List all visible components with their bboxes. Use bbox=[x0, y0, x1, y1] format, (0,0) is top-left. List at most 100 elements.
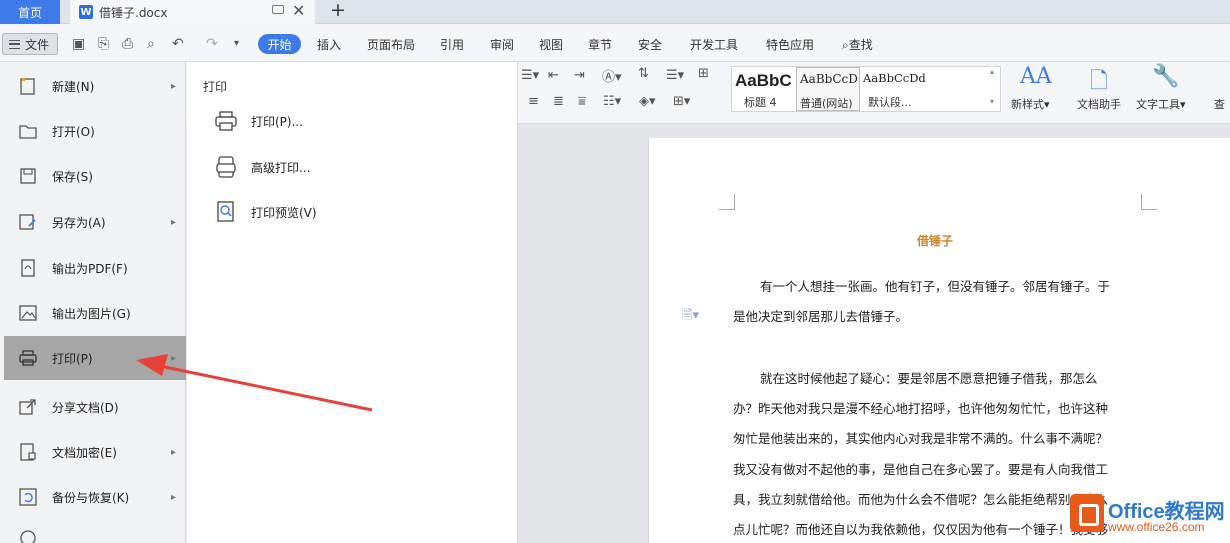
file-menu-button[interactable]: 文件 bbox=[2, 33, 58, 55]
save-icon bbox=[18, 166, 38, 186]
style-default-paragraph[interactable]: AaBbCcDd 默认段... bbox=[860, 67, 988, 111]
style-gallery: AaBbC 标题 4 AaBbCcD 普通(网站) AaBbCcDd 默认段..… bbox=[731, 66, 1001, 112]
document-text-line: 办？昨天他对我只是漫不经心地打招呼，也许他匆匆忙忙，也许这种 bbox=[733, 401, 1109, 416]
style-scroll-down-icon[interactable]: ▾ bbox=[990, 97, 994, 106]
menu-view[interactable]: 视图 bbox=[539, 36, 563, 53]
format-painter-icon[interactable]: ⎘ bbox=[98, 36, 109, 52]
redo-icon[interactable]: ↷ bbox=[206, 36, 218, 52]
align-right-icon[interactable]: ≡ bbox=[528, 94, 539, 109]
file-menu-label: 文件 bbox=[25, 37, 50, 52]
quick-print-icon[interactable]: ⎙ bbox=[122, 36, 133, 52]
share-icon bbox=[18, 397, 38, 417]
submenu-arrow-icon: ▸ bbox=[171, 216, 177, 228]
document-text-line: 就在这时候他起了疑心：要是邻居不愿意把锤子借我，那怎么 bbox=[760, 371, 1098, 386]
tab-bar: 首页 W 借锤子.docx ✕ + bbox=[0, 0, 1230, 24]
print-preview-icon bbox=[213, 199, 239, 225]
search-icon: ⌕ bbox=[842, 38, 849, 52]
menu-page-layout[interactable]: 页面布局 bbox=[367, 36, 415, 53]
print-submenu-print[interactable]: 打印(P)... bbox=[203, 104, 503, 138]
tab-close-icon[interactable]: ✕ bbox=[292, 1, 305, 20]
menu-search-label: 查找 bbox=[848, 38, 873, 52]
menu-insert[interactable]: 插入 bbox=[317, 36, 341, 53]
quick-save-icon[interactable]: ▣ bbox=[72, 36, 85, 52]
margin-corner-top-right bbox=[1141, 194, 1157, 210]
file-menu-save-as[interactable]: 另存为(A) ▸ bbox=[4, 200, 186, 244]
sort-icon[interactable]: ⇅ bbox=[638, 66, 649, 81]
table-border-icon[interactable]: ⊞ bbox=[698, 66, 709, 81]
decrease-indent-icon[interactable]: ⇤ bbox=[548, 68, 559, 83]
file-menu-save[interactable]: 保存(S) bbox=[4, 154, 186, 198]
print-submenu-preview[interactable]: 打印预览(V) bbox=[203, 195, 503, 229]
menu-developer[interactable]: 开发工具 bbox=[690, 36, 738, 53]
paragraph-spacing-icon[interactable]: ☷▾ bbox=[603, 94, 621, 109]
shading-icon[interactable]: ◈▾ bbox=[639, 94, 656, 109]
file-menu-label: 文档加密(E) bbox=[52, 445, 117, 460]
style-sample: AaBbCcDd bbox=[863, 71, 926, 85]
word-doc-icon: W bbox=[79, 5, 93, 19]
file-menu-export-image[interactable]: 输出为图片(G) bbox=[4, 291, 186, 335]
text-tool-label[interactable]: 文字工具▾ bbox=[1136, 96, 1186, 112]
menu-special-apps[interactable]: 特色应用 bbox=[766, 36, 814, 53]
wrench-icon[interactable]: 🔧 bbox=[1152, 64, 1179, 89]
menu-start-label: 开始 bbox=[267, 37, 292, 52]
menu-search[interactable]: ⌕查找 bbox=[842, 36, 873, 53]
tab-home[interactable]: 首页 bbox=[0, 0, 60, 24]
justify-icon[interactable]: ≣ bbox=[553, 94, 564, 109]
submenu-arrow-icon: ▸ bbox=[171, 491, 177, 503]
style-name: 默认段... bbox=[868, 96, 912, 109]
print-submenu-label: 高级打印... bbox=[251, 160, 311, 175]
customize-quick-access-icon[interactable]: ▾ bbox=[234, 38, 239, 49]
style-scroll-up-icon[interactable]: ▴ bbox=[990, 67, 994, 76]
menu-review[interactable]: 审阅 bbox=[490, 36, 514, 53]
char-format-icon[interactable]: Ⓐ▾ bbox=[602, 66, 622, 85]
search-replace-label-cut[interactable]: 查 bbox=[1214, 96, 1225, 112]
print-submenu-advanced[interactable]: 高级打印... bbox=[203, 150, 503, 184]
new-style-label[interactable]: 新样式▾ bbox=[1011, 96, 1050, 112]
printer-icon bbox=[18, 348, 38, 368]
file-menu-help-partial[interactable] bbox=[4, 524, 186, 543]
menu-security[interactable]: 安全 bbox=[638, 36, 662, 53]
style-normal-web[interactable]: AaBbCcD 普通(网站) bbox=[796, 67, 860, 111]
new-tab-plus-icon[interactable]: + bbox=[330, 0, 346, 21]
office-logo-icon bbox=[1070, 494, 1104, 532]
undo-icon[interactable]: ↶ bbox=[172, 36, 184, 52]
tab-document[interactable]: W 借锤子.docx ✕ bbox=[70, 0, 315, 24]
menu-section[interactable]: 章节 bbox=[588, 36, 612, 53]
file-menu-share[interactable]: 分享文档(D) bbox=[4, 385, 186, 429]
menu-references[interactable]: 引用 bbox=[440, 36, 464, 53]
text-tool-text: 文字工具 bbox=[1136, 98, 1180, 111]
line-spacing-icon[interactable]: ☰▾ bbox=[666, 68, 684, 83]
file-menu-encrypt[interactable]: 文档加密(E) ▸ bbox=[4, 430, 186, 474]
submenu-arrow-icon: ▸ bbox=[171, 352, 177, 364]
file-menu-print[interactable]: 打印(P) ▸ bbox=[4, 336, 186, 380]
file-menu-open[interactable]: 打开(O) bbox=[4, 109, 186, 153]
file-menu-panel: 新建(N) ▸ 打开(O) 保存(S) 另存为(A) ▸ 输出为PDF(F) 输… bbox=[0, 62, 186, 543]
tab-pin-icon[interactable] bbox=[272, 5, 284, 14]
print-submenu-label: 打印预览(V) bbox=[251, 205, 317, 220]
document-text-line: 具，我立刻就借给他。而他为什么会不借呢？怎么能拒绝帮别人这么 bbox=[733, 492, 1109, 507]
menu-start[interactable]: 开始 bbox=[258, 34, 301, 54]
document-text-line: 有一个人想挂一张画。他有钉子，但没有锤子。邻居有锤子。于 bbox=[760, 279, 1111, 294]
file-menu-label: 另存为(A) bbox=[52, 215, 106, 230]
style-sample: AaBbC bbox=[735, 71, 792, 90]
document-page[interactable] bbox=[648, 138, 1230, 543]
file-menu-label: 备份与恢复(K) bbox=[52, 490, 130, 505]
doc-helper-label[interactable]: 文档助手 bbox=[1077, 96, 1121, 112]
distribute-icon[interactable]: ⩸ bbox=[578, 94, 586, 109]
file-menu-new[interactable]: 新建(N) ▸ bbox=[4, 64, 186, 108]
new-style-icon[interactable]: AA bbox=[1020, 64, 1052, 89]
file-menu-backup[interactable]: 备份与恢复(K) ▸ bbox=[4, 475, 186, 519]
bullet-list-icon[interactable]: ☰▾ bbox=[521, 68, 539, 83]
paragraph-layout-icon[interactable]: 🗎▾ bbox=[682, 306, 699, 328]
file-menu-export-pdf[interactable]: 输出为PDF(F) bbox=[4, 246, 186, 290]
borders-icon[interactable]: ⊞▾ bbox=[673, 94, 690, 109]
print-submenu-label: 打印(P)... bbox=[251, 114, 304, 129]
watermark-url: www.office26.com bbox=[1108, 520, 1205, 534]
menu-bar: 文件 ▣ ⎘ ⎙ ⌕ ↶ ↷ ▾ 开始 插入 页面布局 引用 审阅 视图 章节 … bbox=[0, 24, 1230, 62]
print-preview-quick-icon[interactable]: ⌕ bbox=[147, 36, 155, 52]
printer-icon bbox=[213, 108, 239, 134]
increase-indent-icon[interactable]: ⇥ bbox=[574, 68, 585, 83]
document-text-line: 我又没有做对不起他的事，是他自己在多心罢了。要是有人向我借工 bbox=[733, 462, 1109, 477]
backup-icon bbox=[18, 487, 38, 507]
style-heading4[interactable]: AaBbC 标题 4 bbox=[732, 67, 796, 111]
